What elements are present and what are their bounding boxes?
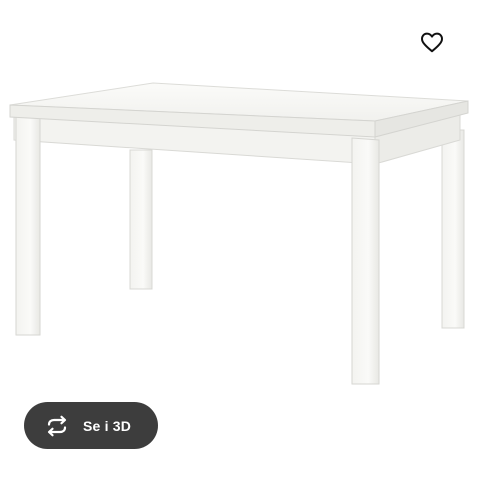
view-in-3d-label: Se i 3D [83, 417, 132, 434]
heart-outline-icon [421, 32, 443, 53]
table-leg-front-left [15, 116, 41, 336]
rotate-arrows-icon [44, 415, 70, 437]
view-in-3d-button[interactable]: Se i 3D [24, 402, 158, 449]
table-leg-front-right [351, 137, 380, 385]
table-leg-back-right [441, 129, 465, 329]
favorite-button[interactable] [416, 26, 448, 58]
product-image-viewer: Se i 3D [0, 0, 480, 480]
table-leg-back-left [129, 149, 153, 290]
